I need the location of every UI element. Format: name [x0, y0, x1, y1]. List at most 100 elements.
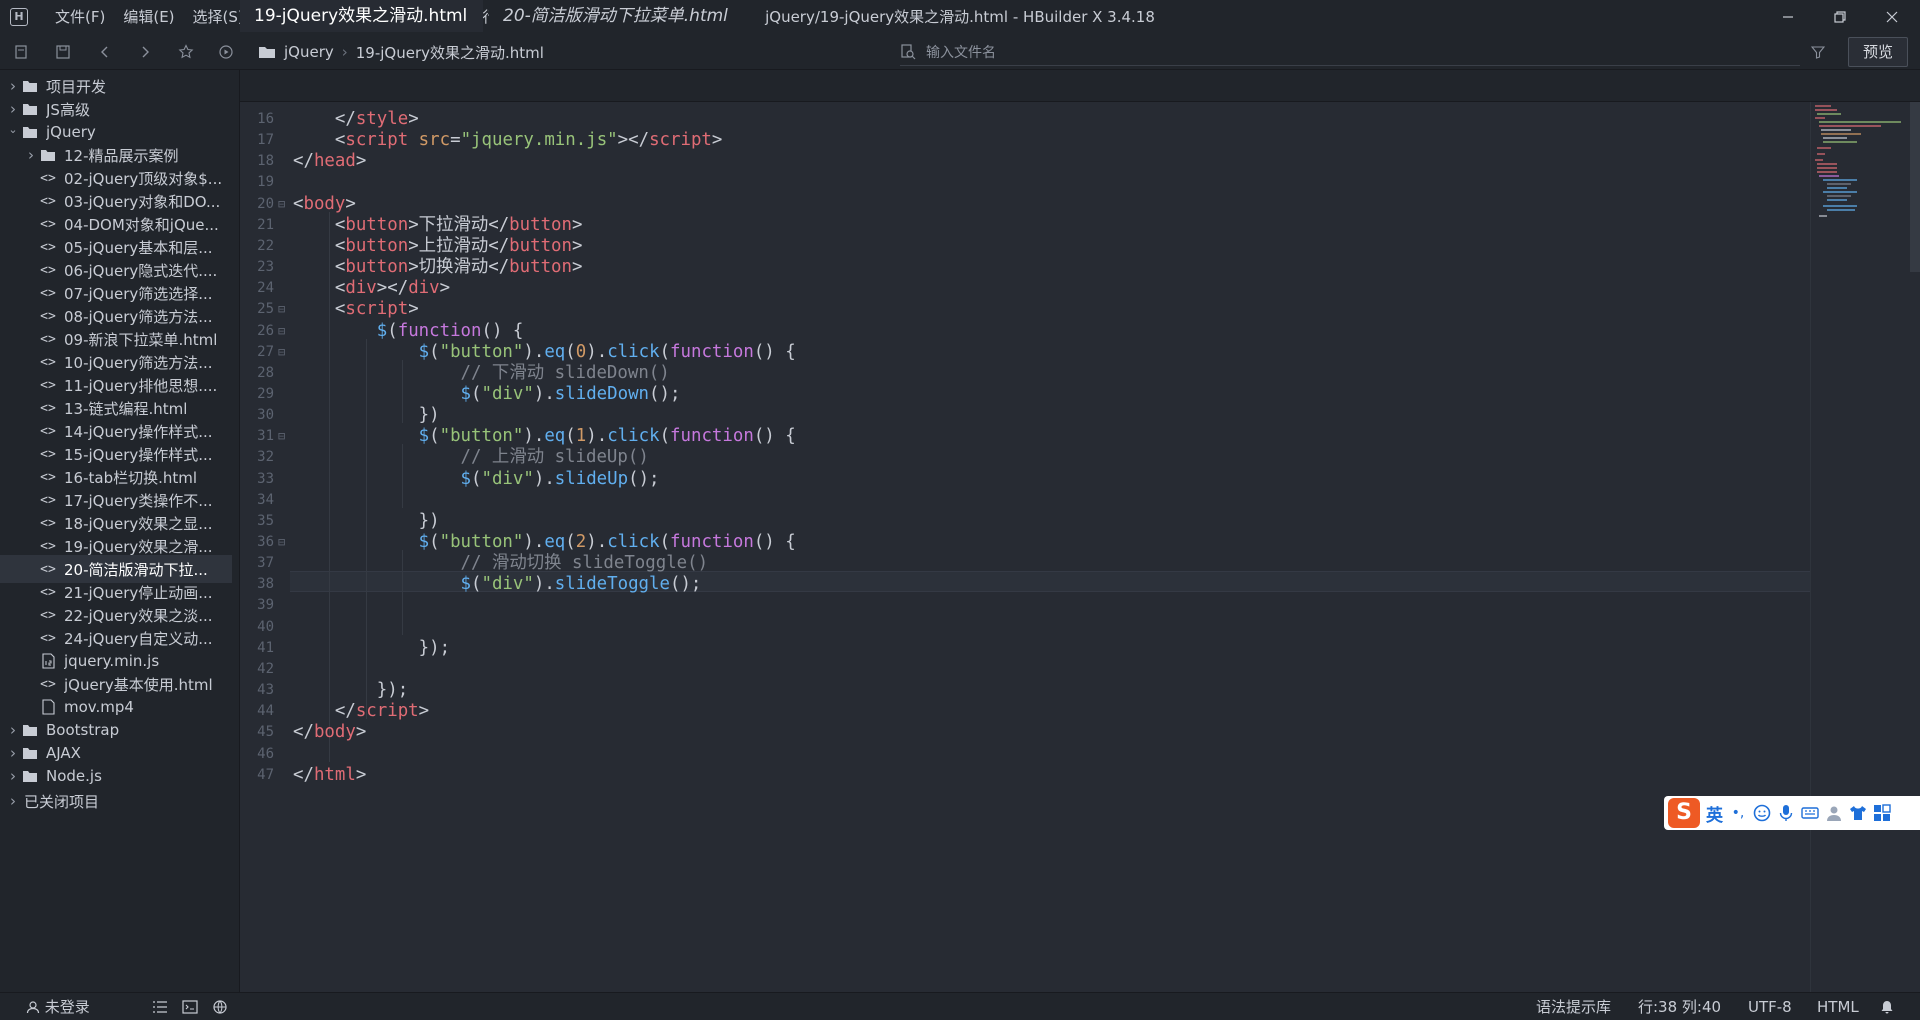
terminal-toggle[interactable] [182, 993, 198, 1020]
code-token: () { [481, 320, 524, 341]
breadcrumb-item-file[interactable]: 19-jQuery效果之滑动.html [356, 42, 544, 63]
tab-20-slide-menu[interactable]: 20-简洁版滑动下拉菜单.html [489, 0, 755, 32]
ime-logo-icon[interactable]: S [1668, 798, 1700, 828]
chevron-right-icon[interactable]: › [6, 100, 20, 118]
login-status[interactable]: 未登录 [26, 993, 90, 1020]
code-token: slideUp [554, 468, 629, 489]
code-editor[interactable]: 16 17 18 19 20 ⊟ 21 22 23 24 25 ⊟ 26 ⊟ 27 ⊟ 28 29 30 31 ⊟ 32 3… [240, 102, 1810, 992]
file-encoding[interactable]: UTF-8 [1748, 993, 1792, 1020]
new-file-button[interactable] [8, 34, 34, 70]
chevron-right-icon[interactable]: › [24, 146, 38, 164]
chevron-right-icon[interactable]: › [6, 744, 20, 762]
breadcrumb-item-project[interactable]: jQuery [284, 43, 334, 61]
restore-button[interactable] [1814, 0, 1866, 34]
tree-item-label: 22-jQuery效果之淡... [64, 606, 213, 625]
code-token: >上拉滑动</ [408, 235, 510, 256]
code-token: $ [293, 383, 471, 404]
code-token: ). [523, 532, 545, 552]
emoji-icon[interactable] [1753, 804, 1771, 822]
browser-toggle[interactable] [212, 993, 228, 1020]
cursor-position[interactable]: 行:38 列:40 [1638, 993, 1721, 1020]
code-token: 0 [575, 341, 587, 362]
outline-toggle[interactable] [152, 993, 168, 1020]
editor-scrollbar-thumb[interactable] [1910, 102, 1920, 272]
html-file-icon: <> [40, 492, 56, 508]
code-token: }); [293, 680, 409, 701]
chevron-right-icon[interactable]: › [6, 792, 20, 810]
forward-button[interactable] [132, 34, 158, 70]
code-token: ></ [376, 278, 409, 299]
minimize-icon [1783, 16, 1793, 18]
file-search-icon [901, 43, 916, 59]
code-token: < [293, 214, 346, 235]
skin-shirt-icon[interactable] [1849, 804, 1867, 822]
menu-item[interactable]: 文件(F) [46, 0, 114, 34]
filter-button[interactable] [1806, 34, 1830, 70]
chevron-right-icon[interactable]: › [6, 77, 20, 95]
code-token: ). [586, 426, 608, 447]
code-token: 2 [575, 532, 587, 552]
code-token: > [572, 257, 583, 278]
code-token: () { [753, 341, 796, 362]
user-icon[interactable] [1825, 804, 1843, 822]
code-token: click [607, 426, 660, 447]
code-line[interactable]: </html> [293, 762, 366, 788]
fold-toggle-icon[interactable]: ⊟ [278, 529, 285, 555]
html-file-icon: <> [40, 561, 56, 577]
project-explorer: › 项目开发 › JS高级 ⌄ jQuery › 12-精品展示案例 <> 02-jQuery顶级… [0, 70, 240, 992]
punctuation-icon[interactable]: •, [1729, 804, 1747, 822]
code-token: >下拉滑动</ [408, 214, 510, 235]
favorite-button[interactable] [173, 34, 199, 70]
code-token: function [397, 320, 482, 341]
fold-toggle-icon[interactable]: ⊟ [278, 191, 285, 217]
code-token: > [572, 235, 583, 256]
code-token: ( [659, 426, 671, 447]
code-line[interactable]: </body> [293, 719, 366, 745]
code-token: ). [586, 532, 608, 552]
tab-bar [240, 70, 1920, 102]
code-token: > [439, 278, 451, 299]
code-line[interactable]: $("div").slideUp(); [293, 466, 660, 492]
file-search[interactable]: 输入文件名 [900, 38, 1800, 66]
minimize-button[interactable] [1762, 0, 1814, 34]
fold-toggle-icon[interactable]: ⊟ [278, 339, 285, 365]
microphone-icon[interactable] [1777, 804, 1795, 822]
code-token: script [345, 299, 409, 320]
chevron-right-icon[interactable]: › [6, 767, 20, 785]
language-mode[interactable]: HTML [1817, 993, 1859, 1020]
chevron-right-icon[interactable]: › [6, 721, 20, 739]
code-token: $ [293, 341, 430, 362]
run-button[interactable] [213, 34, 239, 70]
new-file-icon [15, 45, 27, 59]
bell-icon [1881, 1001, 1893, 1014]
back-button[interactable] [92, 34, 118, 70]
chevron-down-icon[interactable]: ⌄ [6, 123, 20, 136]
notification-button[interactable] [1880, 993, 1894, 1020]
code-token: ></ [617, 130, 650, 151]
ime-toolbar[interactable]: S 英 •, [1664, 796, 1920, 830]
tree-folder[interactable]: › Node.js [0, 762, 232, 790]
keyboard-icon[interactable] [1801, 804, 1819, 822]
code-line[interactable]: }); [293, 635, 450, 661]
code-token: click [607, 341, 660, 362]
tree-item-label: Node.js [46, 767, 102, 785]
code-token: "button" [439, 341, 524, 362]
code-token: ( [387, 320, 398, 341]
code-token: }) [293, 405, 440, 426]
menu-item[interactable]: 编辑(E) [114, 0, 183, 34]
code-token: > [355, 722, 367, 743]
code-token: "div" [481, 574, 534, 595]
ime-language-toggle[interactable]: 英 [1706, 801, 1723, 826]
toolbox-grid-icon[interactable] [1873, 804, 1891, 822]
fold-toggle-icon[interactable]: ⊟ [278, 423, 285, 449]
close-button[interactable] [1866, 0, 1918, 34]
code-line[interactable]: $("div").slideToggle(); [293, 571, 702, 597]
tab-19-jquery-slide[interactable]: 19-jQuery效果之滑动.html [240, 0, 483, 32]
preview-button[interactable]: 预览 [1848, 37, 1908, 67]
save-button[interactable] [50, 34, 76, 70]
html-file-icon: <> [40, 216, 56, 232]
syntax-hint-library[interactable]: 语法提示库 [1536, 993, 1611, 1020]
minimap[interactable] [1810, 102, 1920, 992]
code-line[interactable]: </head> [293, 148, 366, 174]
tree-file[interactable]: › 已关闭项目 [0, 787, 232, 815]
